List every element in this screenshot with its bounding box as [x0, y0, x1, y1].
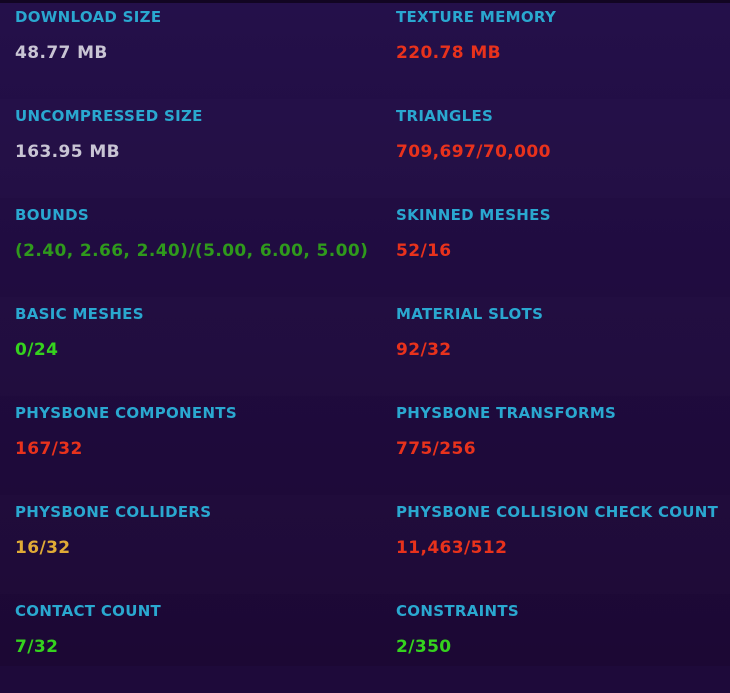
- stat-uncompressed-size: UNCOMPRESSED SIZE 163.95 MB: [0, 99, 380, 198]
- stat-triangles: TRIANGLES 709,697/70,000: [380, 99, 730, 198]
- stat-label: DOWNLOAD SIZE: [15, 8, 162, 26]
- stat-download-size: DOWNLOAD SIZE 48.77 MB: [0, 0, 380, 99]
- stat-texture-memory: TEXTURE MEMORY 220.78 MB: [380, 0, 730, 99]
- stat-constraints: CONSTRAINTS 2/350: [380, 594, 730, 693]
- stat-label: TEXTURE MEMORY: [396, 8, 557, 26]
- stat-physbone-colliders: PHYSBONE COLLIDERS 16/32: [0, 495, 380, 594]
- performance-stats-panel: DOWNLOAD SIZE 48.77 MB TEXTURE MEMORY 22…: [0, 0, 730, 666]
- stat-value: 52/16: [396, 241, 452, 261]
- stat-label: UNCOMPRESSED SIZE: [15, 107, 203, 125]
- stat-label: PHYSBONE TRANSFORMS: [396, 404, 617, 422]
- stat-bounds: BOUNDS (2.40, 2.66, 2.40)/(5.00, 6.00, 5…: [0, 198, 380, 297]
- stat-basic-meshes: BASIC MESHES 0/24: [0, 297, 380, 396]
- stat-value: 709,697/70,000: [396, 142, 551, 162]
- stat-label: BOUNDS: [15, 206, 89, 224]
- stat-physbone-collision-check-count: PHYSBONE COLLISION CHECK COUNT 11,463/51…: [380, 495, 730, 594]
- stat-label: PHYSBONE COLLIDERS: [15, 503, 212, 521]
- stat-contact-count: CONTACT COUNT 7/32: [0, 594, 380, 693]
- stat-value: 0/24: [15, 340, 59, 360]
- stat-value: 7/32: [15, 637, 59, 657]
- stat-physbone-components: PHYSBONE COMPONENTS 167/32: [0, 396, 380, 495]
- stat-label: MATERIAL SLOTS: [396, 305, 544, 323]
- stat-value: 16/32: [15, 538, 71, 558]
- stat-value: 2/350: [396, 637, 452, 657]
- stat-label: BASIC MESHES: [15, 305, 144, 323]
- stat-label: PHYSBONE COMPONENTS: [15, 404, 237, 422]
- stat-skinned-meshes: SKINNED MESHES 52/16: [380, 198, 730, 297]
- stat-value: 775/256: [396, 439, 476, 459]
- stat-value: 92/32: [396, 340, 452, 360]
- stat-value: 11,463/512: [396, 538, 508, 558]
- stat-label: CONTACT COUNT: [15, 602, 162, 620]
- stat-label: TRIANGLES: [396, 107, 494, 125]
- stat-label: PHYSBONE COLLISION CHECK COUNT: [396, 503, 719, 521]
- stat-value: 48.77 MB: [15, 43, 108, 63]
- stat-physbone-transforms: PHYSBONE TRANSFORMS 775/256: [380, 396, 730, 495]
- stat-value: 220.78 MB: [396, 43, 501, 63]
- stat-value: 163.95 MB: [15, 142, 120, 162]
- stat-label: SKINNED MESHES: [396, 206, 551, 224]
- stat-value: 167/32: [15, 439, 83, 459]
- stat-value: (2.40, 2.66, 2.40)/(5.00, 6.00, 5.00): [15, 241, 369, 261]
- stat-material-slots: MATERIAL SLOTS 92/32: [380, 297, 730, 396]
- stat-label: CONSTRAINTS: [396, 602, 519, 620]
